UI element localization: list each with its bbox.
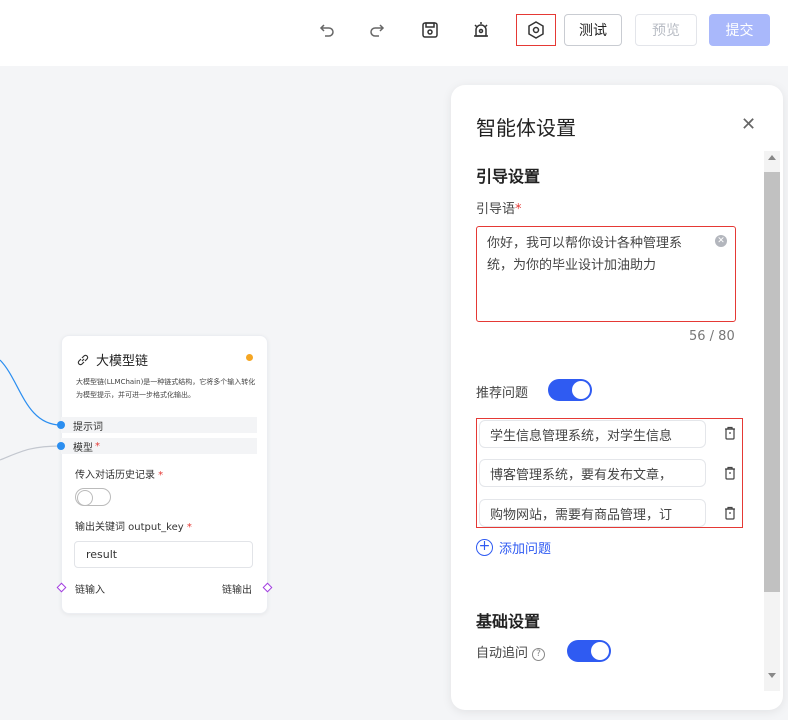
auto-followup-text: 自动追问 [476, 646, 529, 661]
node-footer: 链输入 链输出 [56, 580, 273, 596]
input-port-dot[interactable] [57, 421, 65, 429]
add-question-button[interactable]: + 添加问题 [476, 538, 551, 557]
node-row-label: 模型 [73, 442, 93, 454]
link-icon [77, 354, 89, 365]
guide-section-title: 引导设置 [476, 167, 541, 186]
edge-model [0, 445, 62, 461]
agent-settings-icon[interactable] [516, 14, 556, 46]
agent-settings-panel: 智能体设置 ✕ 引导设置 引导语* 你好，我可以帮你设计各种管理系统，为你的毕业… [451, 85, 783, 710]
chain-output-port[interactable] [262, 582, 273, 593]
plus-icon: + [476, 539, 493, 556]
guide-textarea[interactable]: 你好，我可以帮你设计各种管理系统，为你的毕业设计加油助力 [476, 226, 736, 322]
test-button[interactable]: 测试 [564, 14, 622, 46]
auto-followup-label: 自动追问? [476, 642, 546, 661]
required-mark: * [515, 202, 522, 217]
chain-input-port[interactable] [56, 582, 67, 593]
debug-icon[interactable] [467, 16, 495, 44]
question-list: 学生信息管理系统，对学生信息 博客管理系统，要有发布文章， 购物网站，需要有商品… [476, 418, 743, 528]
basic-section-title: 基础设置 [476, 612, 541, 631]
delete-icon[interactable] [723, 426, 737, 440]
required-mark: * [183, 522, 192, 533]
close-icon[interactable]: ✕ [741, 116, 757, 134]
save-icon[interactable] [416, 16, 444, 44]
chain-input-label: 链输入 [75, 585, 105, 596]
recommend-label: 推荐问题 [476, 386, 529, 401]
required-mark: * [95, 440, 100, 452]
question-input[interactable]: 购物网站，需要有商品管理，订 [479, 499, 706, 527]
node-description: 大模型链(LLMChain)是一种链式结构，它将多个输入转化为模型提示，并可进一… [76, 378, 256, 399]
canvas-edges [0, 359, 62, 461]
node-header: 大模型链 [76, 350, 148, 369]
char-counter: 56 / 80 [689, 329, 735, 344]
input-port-dot[interactable] [57, 442, 65, 450]
node-input-model[interactable]: 模型 * [57, 438, 257, 454]
chain-output-label: 链输出 [222, 585, 252, 596]
clear-icon[interactable]: ✕ [715, 235, 727, 247]
guide-label: 引导语* [476, 198, 522, 217]
scroll-thumb[interactable] [764, 172, 780, 592]
undo-icon[interactable] [313, 16, 341, 44]
scroll-up-icon[interactable] [768, 155, 776, 160]
add-question-label: 添加问题 [499, 542, 552, 557]
submit-button[interactable]: 提交 [709, 14, 770, 46]
output-key-input[interactable]: result [74, 541, 253, 568]
history-toggle[interactable] [75, 488, 111, 506]
node-input-prompt[interactable]: 提示词 [57, 417, 257, 433]
question-input[interactable]: 学生信息管理系统，对学生信息 [479, 420, 706, 448]
scroll-down-icon[interactable] [768, 673, 776, 678]
guide-label-text: 引导语 [476, 202, 516, 217]
recommend-toggle[interactable] [548, 379, 592, 401]
node-title: 大模型链 [96, 354, 149, 369]
history-label: 传入对话历史记录 * [75, 466, 163, 481]
panel-title: 智能体设置 [476, 116, 576, 140]
preview-button[interactable]: 预览 [635, 14, 697, 46]
edge-prompt [0, 359, 62, 426]
delete-icon[interactable] [723, 506, 737, 520]
node-status-dot [246, 354, 253, 361]
delete-icon[interactable] [723, 466, 737, 480]
question-input[interactable]: 博客管理系统，要有发布文章， [479, 459, 706, 487]
redo-icon[interactable] [363, 16, 391, 44]
auto-followup-toggle[interactable] [567, 640, 611, 662]
output-key-label-text: 输出关键词 output_key [75, 522, 184, 533]
history-label-text: 传入对话历史记录 [75, 470, 155, 481]
top-toolbar: 测试 预览 提交 [0, 0, 788, 66]
node-row-label: 提示词 [73, 421, 103, 433]
help-icon[interactable]: ? [532, 648, 546, 661]
required-mark: * [155, 470, 164, 481]
output-key-label: 输出关键词 output_key * [75, 518, 192, 533]
